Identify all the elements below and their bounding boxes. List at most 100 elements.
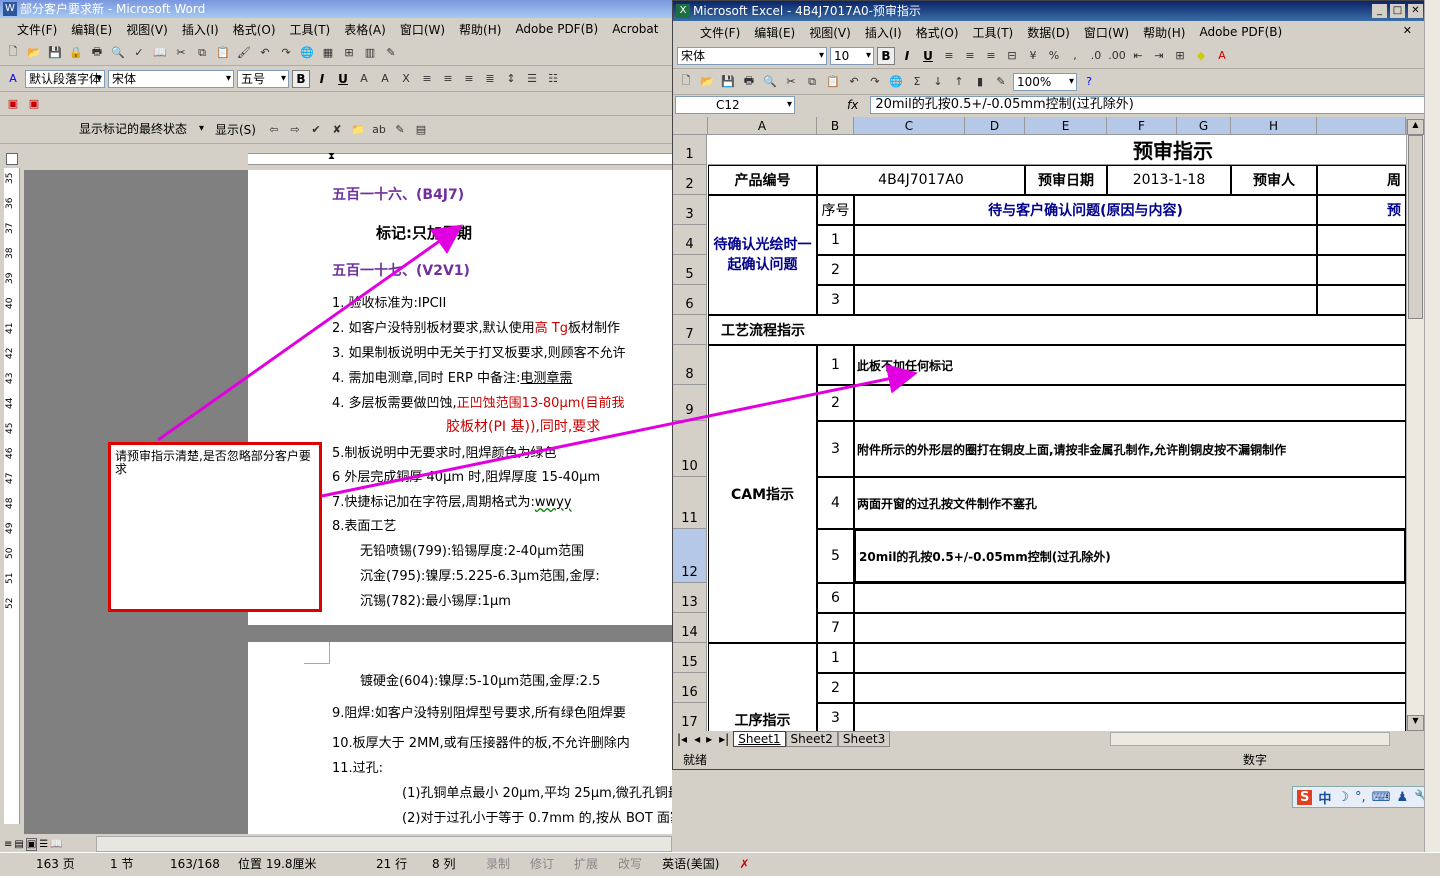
excel-menu-edit[interactable]: 编辑(E) [747, 24, 802, 41]
select-all-corner[interactable] [673, 117, 708, 135]
style-combo[interactable]: 默认段落字体 [25, 69, 105, 88]
word-menu-insert[interactable]: 插入(I) [175, 21, 226, 38]
drawing-toggle-icon[interactable]: ✎ [992, 73, 1010, 91]
status-track[interactable]: 修订 [520, 855, 564, 872]
cell-cam-2[interactable] [854, 385, 1406, 421]
excel-menu-file[interactable]: 文件(F) [693, 24, 747, 41]
row-header-13[interactable]: 13 [673, 583, 707, 613]
spelling-icon[interactable]: ✓ [130, 44, 148, 62]
cell-cam-1[interactable]: 此板不加任何标记 [854, 345, 1406, 385]
excel-menu-view[interactable]: 视图(V) [802, 24, 858, 41]
hyperlink-icon[interactable]: 🌐 [298, 44, 316, 62]
excel-help-icon[interactable]: ? [1080, 73, 1098, 91]
tab-last-icon[interactable]: ▸| [715, 732, 733, 746]
sort-desc-icon[interactable]: ↑ [950, 73, 968, 91]
horizontal-ruler[interactable]: ⧗ [24, 150, 672, 168]
word-view-buttons[interactable]: ≡ ▤ ▣ ☰ 📖 [4, 836, 94, 852]
row-header-7[interactable]: 7 [673, 315, 707, 345]
status-extend[interactable]: 扩展 [564, 855, 608, 872]
cell-date-value[interactable]: 2013-1-18 [1107, 165, 1231, 195]
cell-cam-seq-3[interactable]: 3 [817, 421, 854, 477]
formula-input[interactable]: 20mil的孔按0.5+/-0.05mm控制(过孔除外) [870, 96, 1427, 114]
col-header-B[interactable]: B [817, 117, 854, 135]
ruler-toggle[interactable] [6, 153, 18, 165]
fill-color-icon[interactable]: ◆ [1192, 47, 1210, 65]
excel-size-combo[interactable]: 10 [830, 46, 874, 65]
word-menu-view[interactable]: 视图(V) [119, 21, 175, 38]
punct-icon[interactable]: °, [1355, 790, 1366, 805]
font-combo[interactable]: 宋体 [108, 69, 234, 88]
cell-confirm-2[interactable] [854, 255, 1317, 285]
spelling-status-icon[interactable]: ✗ [729, 857, 759, 871]
cell-date-label[interactable]: 预审日期 [1025, 165, 1107, 195]
excel-menu-tools[interactable]: 工具(T) [966, 24, 1021, 41]
new-comment-icon[interactable]: 📁 [349, 121, 367, 139]
pdf-convert-icon[interactable]: ▣ [4, 95, 22, 113]
open-icon[interactable]: 📂 [25, 44, 43, 62]
cell-process-label[interactable]: 工艺流程指示 [708, 315, 817, 345]
show-menu-button[interactable]: 显示(S) [209, 121, 262, 138]
copy-icon[interactable]: ⧉ [193, 44, 211, 62]
outline-view-icon[interactable]: ☰ [39, 839, 48, 850]
cell-seq-label[interactable]: 序号 [817, 195, 854, 225]
tab-sheet3[interactable]: Sheet3 [837, 731, 891, 747]
reject-change-icon[interactable]: ✘ [328, 121, 346, 139]
styles-icon[interactable]: A [4, 70, 22, 88]
col-header-D[interactable]: D [965, 117, 1025, 135]
sheet-grid[interactable]: A B C D E F G H 1 2 3 4 5 6 7 8 9 10 11 … [673, 117, 1406, 731]
excel-italic-icon[interactable]: I [898, 47, 916, 65]
word-menu-tools[interactable]: 工具(T) [283, 21, 338, 38]
maximize-icon[interactable]: □ [1390, 4, 1405, 18]
row-header-8[interactable]: 8 [673, 345, 707, 385]
row-header-2[interactable]: 2 [673, 165, 707, 195]
excel-undo-icon[interactable]: ↶ [845, 73, 863, 91]
scroll-down-icon[interactable]: ▼ [1407, 715, 1424, 731]
cell-confirm-header[interactable]: 待与客户确认问题(原因与内容) [854, 195, 1317, 225]
moon-icon[interactable]: ☽ [1337, 790, 1349, 805]
cell-confirm-1b[interactable] [1317, 225, 1406, 255]
status-overtype[interactable]: 改写 [608, 855, 652, 872]
close-icon[interactable]: ✕ [1408, 4, 1423, 18]
cell-proc-seq-1[interactable]: 1 [817, 643, 854, 673]
word-menu-help[interactable]: 帮助(H) [452, 21, 508, 38]
row-header-16[interactable]: 16 [673, 673, 707, 703]
tab-prev-icon[interactable]: ◂ [691, 732, 703, 746]
row-header-3[interactable]: 3 [673, 195, 707, 225]
inc-indent-icon[interactable]: ⇥ [1150, 47, 1168, 65]
cell-cam-seq-1[interactable]: 1 [817, 345, 854, 385]
cell-cam-5[interactable]: 20mil的孔按0.5+/-0.05mm控制(过孔除外) [854, 529, 1406, 583]
bold-icon[interactable]: B [292, 69, 310, 88]
cell-reviewer-value[interactable]: 周 [1317, 165, 1406, 195]
cell-confirm-1[interactable] [854, 225, 1317, 255]
col-header-I[interactable] [1317, 117, 1406, 135]
highlight-icon[interactable]: ab [370, 121, 388, 139]
cell-cam-7[interactable] [854, 613, 1406, 643]
col-header-C[interactable]: C [854, 117, 965, 135]
underline-icon[interactable]: U [334, 70, 352, 88]
excel-menu-help[interactable]: 帮助(H) [1136, 24, 1192, 41]
row-header-9[interactable]: 9 [673, 385, 707, 421]
cell-confirm-2b[interactable] [1317, 255, 1406, 285]
tab-sheet2[interactable]: Sheet2 [785, 731, 838, 747]
document-page-2[interactable]: 镀硬金(604):镍厚:5-10μm范围,金厚:2.5 9.阻焊:如客户没特别阻… [248, 642, 672, 834]
save-icon[interactable]: 💾 [46, 44, 64, 62]
dec-decimal-icon[interactable]: .00 [1108, 47, 1126, 65]
permission-icon[interactable]: 🔒 [67, 44, 85, 62]
sogou-icon[interactable]: S [1297, 789, 1313, 805]
borders-icon[interactable]: ⊞ [1171, 47, 1189, 65]
minimize-icon[interactable]: _ [1372, 4, 1387, 18]
word-hscroll[interactable] [96, 836, 672, 852]
vertical-ruler[interactable]: 35 36 37 38 39 40 41 42 43 44 45 46 47 48 49 50 51 52 [4, 168, 20, 824]
row-header-15[interactable]: 15 [673, 643, 707, 673]
pdf-email-icon[interactable]: ▣ [25, 95, 43, 113]
italic-icon[interactable]: I [313, 70, 331, 88]
align-center-icon[interactable]: ≡ [439, 70, 457, 88]
row-header-4[interactable]: 4 [673, 225, 707, 255]
excel-menu-insert[interactable]: 插入(I) [858, 24, 909, 41]
cell-cam-seq-7[interactable]: 7 [817, 613, 854, 643]
font-color-icon[interactable]: A [1213, 47, 1231, 65]
scroll-up-icon[interactable]: ▲ [1407, 119, 1424, 135]
redo-icon[interactable]: ↷ [277, 44, 295, 62]
tab-first-icon[interactable]: |◂ [673, 732, 691, 746]
excel-align-center-icon[interactable]: ≡ [961, 47, 979, 65]
